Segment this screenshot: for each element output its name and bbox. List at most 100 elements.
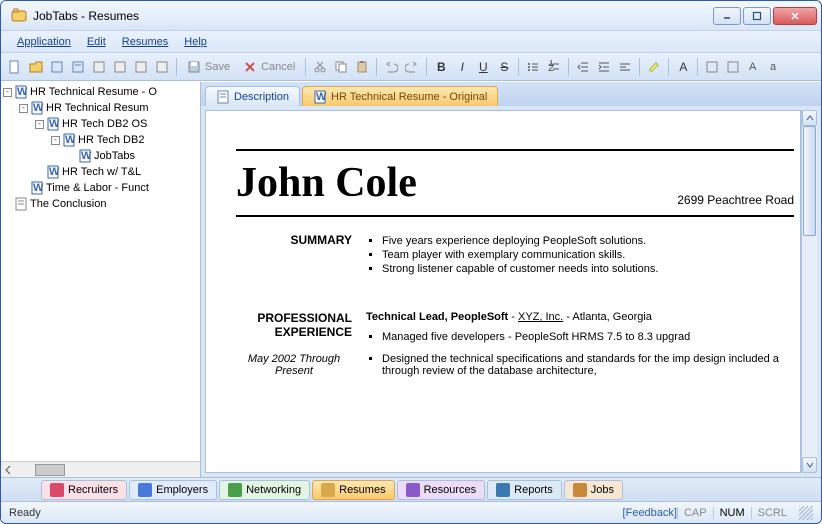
scroll-left-icon[interactable] [1, 463, 15, 477]
word-doc-icon: W [46, 165, 60, 179]
scroll-track[interactable] [802, 126, 817, 457]
bottom-tab-resumes[interactable]: Resumes [312, 480, 394, 500]
hscroll-thumb[interactable] [35, 464, 65, 476]
summary-item: Five years experience deploying PeopleSo… [382, 235, 794, 247]
tb-new-icon[interactable] [5, 57, 25, 77]
tree-item[interactable]: -WHR Tech DB2 [3, 132, 198, 148]
bottom-tabs: Recruiters EmployersNetworkingResumesReso… [1, 477, 821, 501]
reports-icon [496, 483, 510, 497]
tree-item[interactable]: The Conclusion [3, 196, 198, 212]
tb-strike-icon[interactable]: S [494, 57, 514, 77]
tb-icon-6[interactable] [110, 57, 130, 77]
doc-rule [236, 215, 794, 217]
tb-separator [697, 58, 698, 76]
tree-item[interactable]: -WHR Tech DB2 OS [3, 116, 198, 132]
tab-description[interactable]: Description [205, 86, 300, 106]
cancel-icon [243, 60, 257, 74]
tb-font-color-icon[interactable]: A [673, 57, 693, 77]
tb-align-icon[interactable] [615, 57, 635, 77]
word-doc-icon: W [313, 90, 327, 104]
svg-text:a: a [770, 61, 777, 73]
menubar: Application Edit Resumes Help [1, 31, 821, 53]
tb-icon-8[interactable] [152, 57, 172, 77]
maximize-button[interactable] [743, 7, 771, 25]
tree-hscroll[interactable] [1, 461, 200, 477]
experience-item: Designed the technical specifications an… [382, 353, 794, 377]
tab-hr-resume[interactable]: W HR Technical Resume - Original [302, 86, 498, 106]
bottom-tab-jobs[interactable]: Jobs [564, 480, 623, 500]
job-title-line: Technical Lead, PeopleSoft - XYZ, Inc. -… [366, 311, 794, 323]
resumes-icon [321, 483, 335, 497]
tree-leaf-icon [67, 152, 76, 161]
tb-list-bullet-icon[interactable] [523, 57, 543, 77]
tb-bold-icon[interactable]: B [431, 57, 451, 77]
bottom-tab-reports[interactable]: Reports [487, 480, 562, 500]
job-title: Technical Lead, PeopleSoft [366, 311, 508, 323]
tb-paste-icon[interactable] [352, 57, 372, 77]
feedback-link[interactable]: [Feedback] [623, 507, 677, 519]
app-icon [11, 8, 27, 24]
tb-separator [176, 58, 177, 76]
tb-italic-icon[interactable]: I [452, 57, 472, 77]
tb-misc-4-icon[interactable]: a [765, 57, 785, 77]
tree-item[interactable]: WTime & Labor - Funct [3, 180, 198, 196]
bottom-tab-networking[interactable]: Networking [219, 480, 310, 500]
tb-open-icon[interactable] [26, 57, 46, 77]
tree-body: -WHR Technical Resume - O-WHR Technical … [1, 82, 200, 461]
tb-icon-7[interactable] [131, 57, 151, 77]
tb-list-number-icon[interactable]: 12 [544, 57, 564, 77]
experience-label: PROFESSIONAL EXPERIENCE [236, 311, 352, 339]
bottom-tab-resources[interactable]: Resources [397, 480, 486, 500]
vertical-scrollbar[interactable] [801, 110, 817, 473]
tb-outdent-icon[interactable] [573, 57, 593, 77]
status-ready: Ready [9, 507, 41, 519]
close-button[interactable] [773, 7, 817, 25]
menu-help[interactable]: Help [176, 34, 215, 50]
tree-expander-icon[interactable]: - [35, 120, 44, 129]
minimize-button[interactable] [713, 7, 741, 25]
tree-item-label: Time & Labor - Funct [46, 182, 149, 194]
tb-redo-icon[interactable] [402, 57, 422, 77]
scroll-thumb[interactable] [803, 126, 816, 236]
bottom-tab-employers[interactable]: Employers [129, 480, 217, 500]
bottom-tab-recruiters[interactable]: Recruiters [41, 480, 127, 500]
tree-panel: -WHR Technical Resume - O-WHR Technical … [1, 82, 201, 477]
tree-item[interactable]: WJobTabs [3, 148, 198, 164]
resize-grip-icon[interactable] [799, 506, 813, 520]
tb-misc-3-icon[interactable]: A [744, 57, 764, 77]
cancel-button[interactable]: Cancel [237, 57, 301, 77]
tb-underline-icon[interactable]: U [473, 57, 493, 77]
svg-text:W: W [17, 86, 28, 98]
tree-item[interactable]: WHR Tech w/ T&L [3, 164, 198, 180]
tb-indent-icon[interactable] [594, 57, 614, 77]
save-button[interactable]: Save [181, 57, 236, 77]
tb-icon-3[interactable] [47, 57, 67, 77]
tb-icon-5[interactable] [89, 57, 109, 77]
tb-copy-icon[interactable] [331, 57, 351, 77]
tb-misc-2-icon[interactable] [723, 57, 743, 77]
toolbar: Save Cancel B I U S 12 A A a [1, 53, 821, 81]
tree-item[interactable]: -WHR Technical Resum [3, 100, 198, 116]
scroll-down-icon[interactable] [802, 457, 817, 473]
word-doc-icon: W [78, 149, 92, 163]
tree-expander-icon[interactable]: - [3, 88, 12, 97]
tb-highlight-icon[interactable] [644, 57, 664, 77]
tree-item-label: HR Technical Resum [46, 102, 149, 114]
scroll-up-icon[interactable] [802, 110, 817, 126]
menu-resumes[interactable]: Resumes [114, 34, 176, 50]
tb-separator [376, 58, 377, 76]
menu-application[interactable]: Application [9, 34, 79, 50]
tree-item[interactable]: -WHR Technical Resume - O [3, 84, 198, 100]
tree-expander-icon[interactable]: - [19, 104, 28, 113]
bottom-tab-label: Recruiters [68, 484, 118, 496]
tree-expander-icon[interactable]: - [51, 136, 60, 145]
bottom-tab-label: Jobs [591, 484, 614, 496]
statusbar: Ready [Feedback] CAP NUM SCRL [1, 501, 821, 523]
tb-misc-1-icon[interactable] [702, 57, 722, 77]
tb-icon-4[interactable] [68, 57, 88, 77]
menu-edit[interactable]: Edit [79, 34, 114, 50]
bottom-tab-label: Reports [514, 484, 553, 496]
svg-text:W: W [33, 182, 44, 194]
tb-cut-icon[interactable] [310, 57, 330, 77]
tb-undo-icon[interactable] [381, 57, 401, 77]
